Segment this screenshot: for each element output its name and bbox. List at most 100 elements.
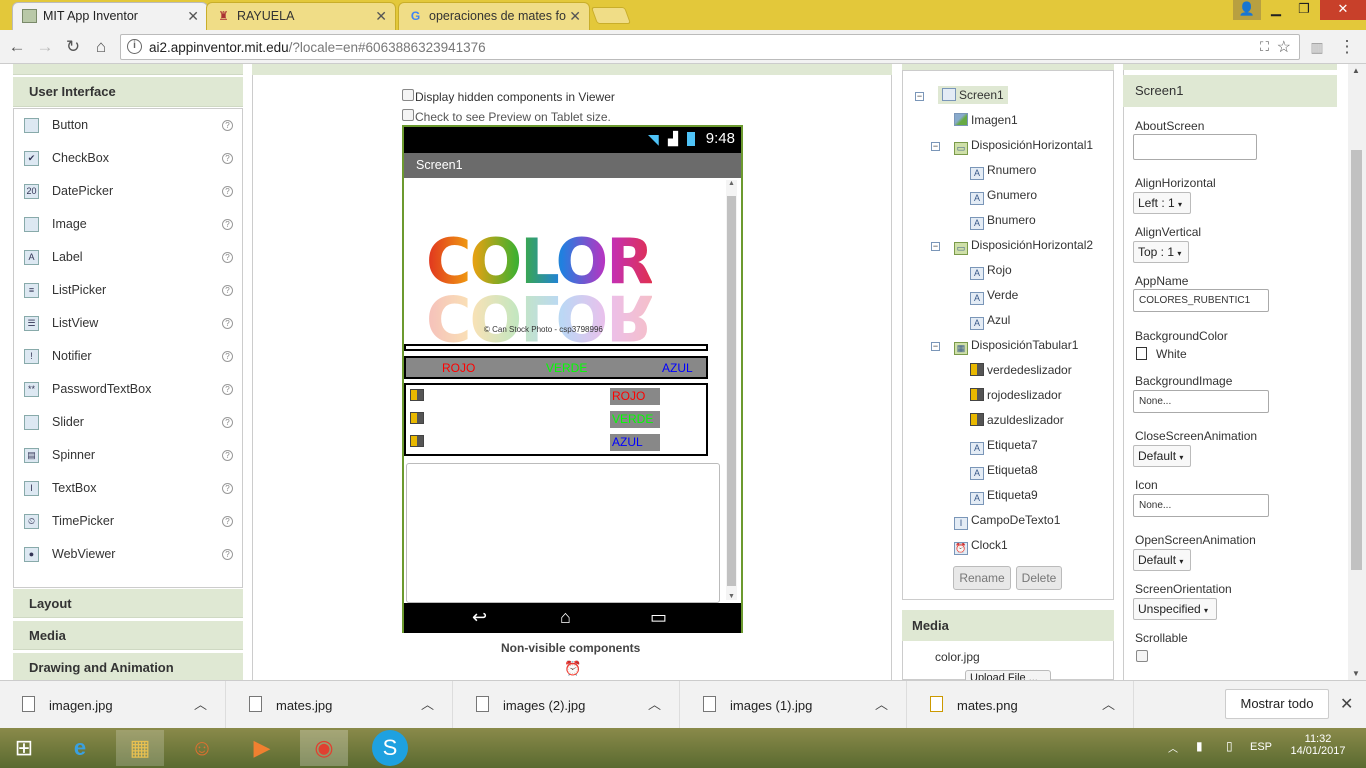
screen-orientation-select[interactable]: Unspecified ▾ — [1133, 598, 1217, 620]
chevron-up-icon[interactable]: ︿ — [1102, 694, 1115, 713]
upload-file-button[interactable]: Upload File ... — [965, 670, 1051, 680]
etiqueta7-rojo[interactable]: ROJO — [610, 388, 660, 405]
help-icon[interactable]: ? — [222, 516, 233, 527]
chevron-up-icon[interactable]: ︿ — [875, 694, 888, 713]
tree-node-campodetexto1[interactable]: I CampoDeTexto1 — [954, 513, 1060, 530]
palette-item-slider[interactable]: Slider? — [14, 407, 242, 440]
disposicion-tabular1[interactable]: ROJO VERDE AZUL — [404, 383, 708, 456]
scroll-down-icon[interactable]: ▼ — [728, 593, 735, 600]
label-azul[interactable]: AZUL — [662, 361, 693, 375]
network-icon[interactable]: ▮ — [1196, 739, 1203, 753]
label-verde[interactable]: VERDE — [546, 361, 587, 375]
download-item[interactable]: images (1).jpg ︿ — [681, 681, 907, 729]
close-icon[interactable]: ✕ — [569, 3, 581, 29]
clock-icon[interactable]: ⏰ — [564, 660, 581, 677]
palette-section-layout[interactable]: Layout — [13, 588, 243, 618]
tree-node-verde[interactable]: A Verde — [970, 288, 1018, 305]
back-arrow-icon[interactable]: ← — [6, 36, 28, 58]
tree-node-disposiciónhorizontal2[interactable]: ▭ DisposiciónHorizontal2 — [954, 238, 1093, 255]
help-icon[interactable]: ? — [222, 186, 233, 197]
user-icon[interactable]: 👤 — [1233, 0, 1261, 20]
collapse-toggle-icon[interactable]: − — [931, 342, 940, 351]
palette-section-media[interactable]: Media — [13, 620, 243, 650]
help-icon[interactable]: ? — [222, 153, 233, 164]
tree-node-rnumero[interactable]: A Rnumero — [970, 163, 1036, 180]
menu-icon[interactable]: ⋮ — [1336, 36, 1358, 58]
tree-node-disposicióntabular1[interactable]: ▦ DisposiciónTabular1 — [954, 338, 1078, 355]
etiqueta9-azul[interactable]: AZUL — [610, 434, 660, 451]
info-icon[interactable]: i — [127, 39, 142, 54]
chevron-up-icon[interactable]: ︿ — [194, 694, 207, 713]
media-player-icon[interactable]: ▶ — [238, 730, 286, 766]
new-tab-button[interactable] — [590, 7, 632, 24]
tree-node-azuldeslizador[interactable]: azuldeslizador — [970, 413, 1064, 427]
screen-title-bar[interactable]: Screen1 — [404, 153, 741, 178]
disposicion-horizontal2[interactable]: ROJO VERDE AZUL — [404, 356, 708, 379]
palette-item-checkbox[interactable]: ✔ CheckBox? — [14, 143, 242, 176]
star-icon[interactable]: ☆ — [1277, 37, 1291, 57]
file-explorer-icon[interactable]: ▦ — [116, 730, 164, 766]
palette-item-textbox[interactable]: I TextBox? — [14, 473, 242, 506]
help-icon[interactable]: ? — [222, 252, 233, 263]
tree-node-etiqueta7[interactable]: A Etiqueta7 — [970, 438, 1038, 455]
chrome-icon[interactable]: ◉ — [300, 730, 348, 766]
address-bar[interactable]: i ai2.appinventor.mit.edu/?locale=en#606… — [120, 34, 1300, 60]
collapse-toggle-icon[interactable]: − — [915, 92, 924, 101]
tab-mit-app-inventor[interactable]: MIT App Inventor ✕ — [12, 2, 208, 30]
disposicion-horizontal1[interactable] — [404, 344, 708, 351]
chevron-up-icon[interactable]: ︿ — [421, 694, 434, 713]
verdedeslizador-slider[interactable] — [410, 389, 424, 401]
help-icon[interactable]: ? — [222, 384, 233, 395]
imagen1-color-image[interactable]: COLOR COLOR © Can Stock Photo - csp37989… — [416, 189, 701, 354]
background-color-value[interactable]: White — [1156, 347, 1187, 361]
azuldeslizador-slider[interactable] — [410, 435, 424, 447]
skype-icon[interactable]: S — [372, 730, 408, 766]
palette-section-drawing[interactable]: Drawing and Animation — [13, 652, 243, 680]
help-icon[interactable]: ? — [222, 417, 233, 428]
tree-node-etiqueta9[interactable]: A Etiqueta9 — [970, 488, 1038, 505]
scroll-down-icon[interactable]: ▼ — [1352, 669, 1360, 678]
windows-start-icon[interactable]: ⊞ — [0, 730, 48, 766]
download-item[interactable]: images (2).jpg ︿ — [454, 681, 680, 729]
tab-operaciones[interactable]: G operaciones de mates fo ✕ — [398, 2, 590, 30]
scroll-up-icon[interactable]: ▲ — [1352, 66, 1360, 75]
collapse-toggle-icon[interactable]: − — [931, 142, 940, 151]
help-icon[interactable]: ? — [222, 219, 233, 230]
window-close-button[interactable]: ✕ — [1320, 0, 1366, 20]
language-indicator[interactable]: ESP — [1250, 741, 1272, 753]
tree-node-verdedeslizador[interactable]: verdedeslizador — [970, 363, 1072, 377]
tree-node-rojo[interactable]: A Rojo — [970, 263, 1012, 280]
palette-item-button[interactable]: Button? — [14, 110, 242, 143]
icon-input[interactable]: None... — [1133, 494, 1269, 517]
download-item[interactable]: imagen.jpg ︿ — [0, 681, 226, 729]
page-scroll-thumb[interactable] — [1351, 150, 1362, 570]
rojodeslizador-slider[interactable] — [410, 412, 424, 424]
close-icon[interactable]: ✕ — [375, 3, 387, 29]
color-swatch[interactable] — [1136, 347, 1147, 360]
internet-explorer-icon[interactable]: e — [56, 730, 104, 766]
tablet-preview-checkbox[interactable] — [402, 109, 414, 121]
reload-icon[interactable]: ↻ — [62, 36, 84, 58]
home-icon[interactable]: ⌂ — [90, 36, 112, 58]
collapse-toggle-icon[interactable]: − — [931, 242, 940, 251]
forward-arrow-icon[interactable]: → — [34, 36, 56, 58]
chevron-up-icon[interactable]: ︿ — [648, 694, 661, 713]
about-screen-textarea[interactable] — [1133, 134, 1257, 160]
palette-item-webviewer[interactable]: ● WebViewer? — [14, 539, 242, 572]
palette-item-spinner[interactable]: ▤ Spinner? — [14, 440, 242, 473]
taskbar-clock[interactable]: 11:32 14/01/2017 — [1288, 733, 1348, 757]
etiqueta8-verde[interactable]: VERDE — [610, 411, 660, 428]
tree-node-etiqueta8[interactable]: A Etiqueta8 — [970, 463, 1038, 480]
help-icon[interactable]: ? — [222, 483, 233, 494]
display-hidden-checkbox[interactable] — [402, 89, 414, 101]
tray-chevron-icon[interactable]: ︿ — [1168, 740, 1178, 755]
palette-item-datepicker[interactable]: 20 DatePicker? — [14, 176, 242, 209]
align-vertical-select[interactable]: Top : 1 ▾ — [1133, 241, 1189, 263]
tab-rayuela[interactable]: ♜ RAYUELA ✕ — [206, 2, 396, 30]
phone-scrollbar[interactable]: ▲ ▼ — [726, 180, 737, 600]
help-icon[interactable]: ? — [222, 285, 233, 296]
user-app-icon[interactable]: ☺ — [178, 730, 226, 766]
show-all-downloads-button[interactable]: Mostrar todo — [1225, 689, 1329, 719]
close-screen-animation-select[interactable]: Default ▾ — [1133, 445, 1191, 467]
align-horizontal-select[interactable]: Left : 1 ▾ — [1133, 192, 1191, 214]
